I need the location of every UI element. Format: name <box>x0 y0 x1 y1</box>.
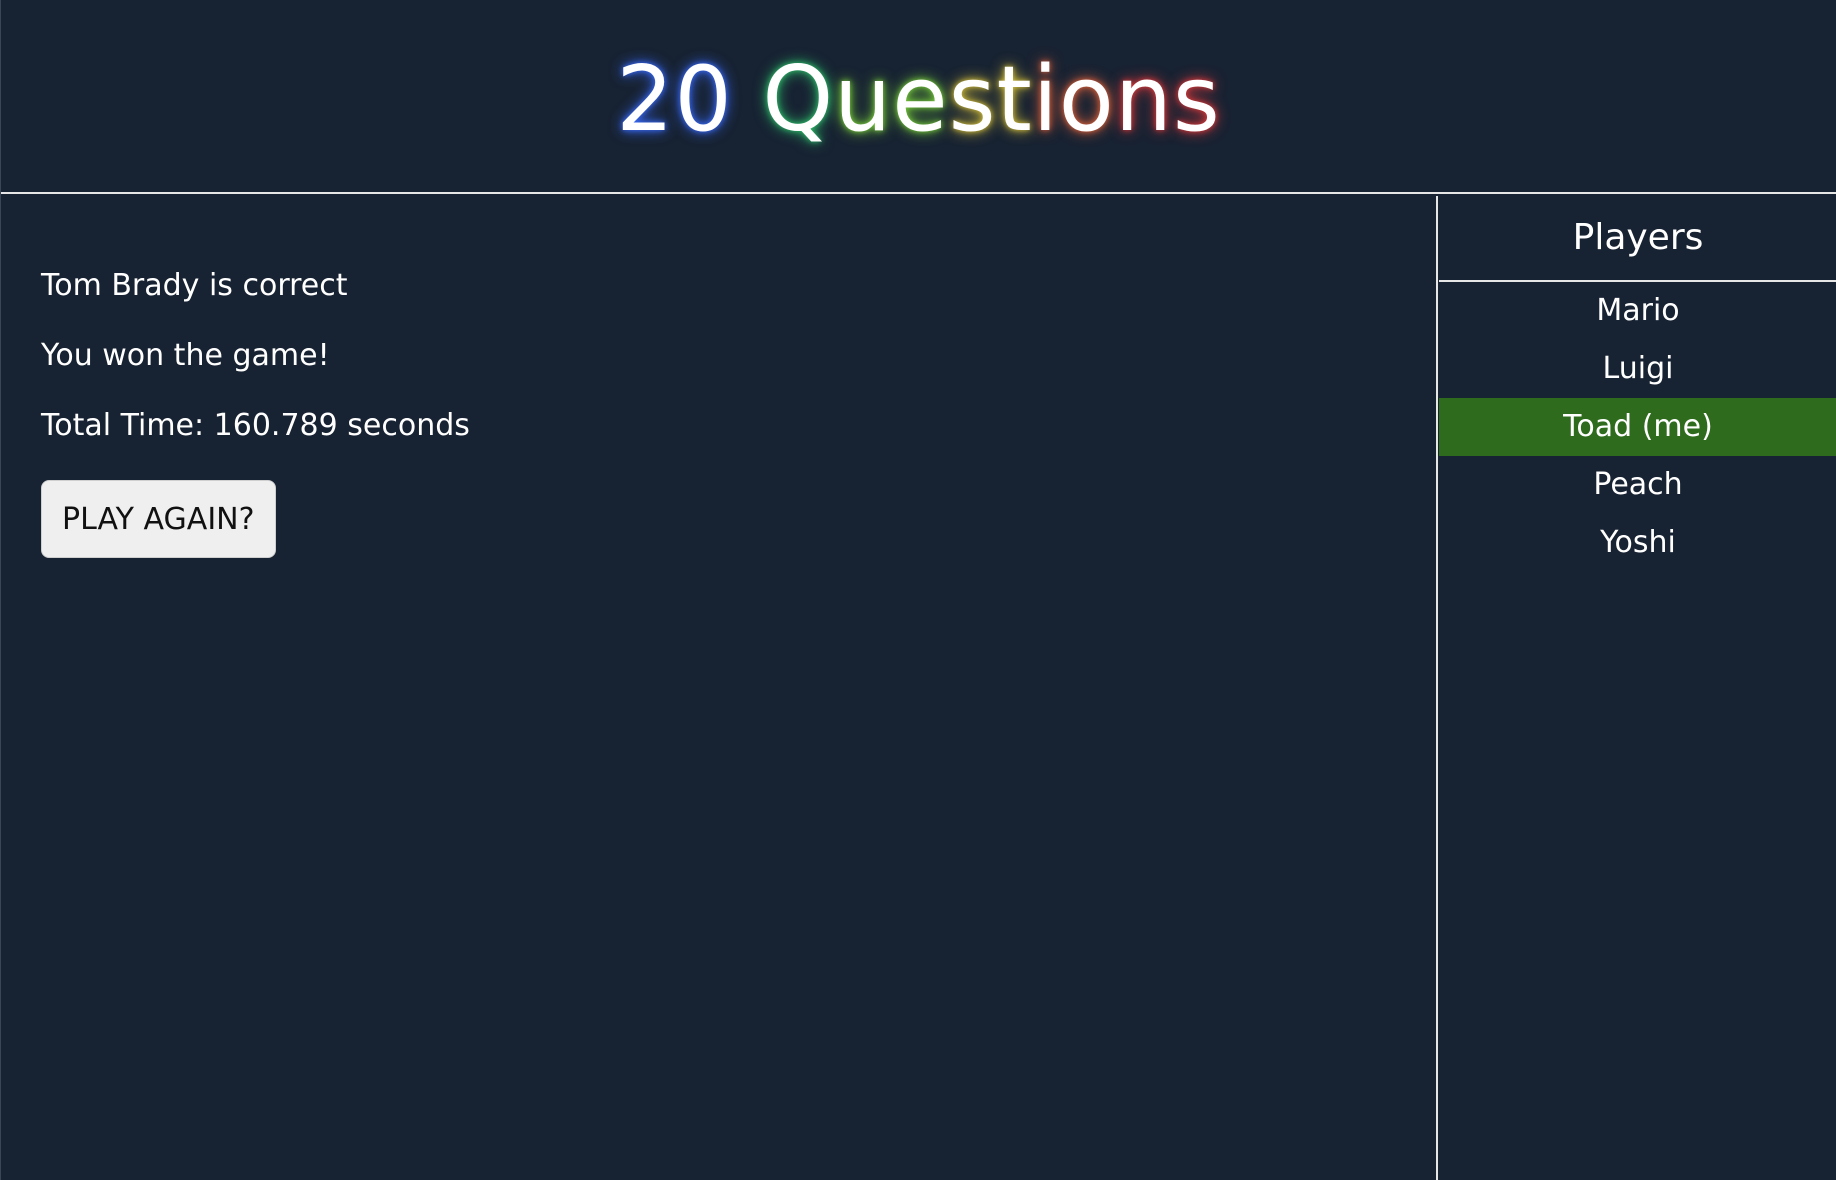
player-item: Luigi <box>1602 351 1674 386</box>
player-item: Peach <box>1593 467 1683 502</box>
players-list: Mario Luigi Toad (me) Peach Yoshi <box>1439 282 1836 572</box>
player-item: Mario <box>1596 293 1680 328</box>
player-item-current: Toad (me) <box>1439 398 1836 456</box>
title-part <box>733 47 763 152</box>
players-sidebar: Players Mario Luigi Toad (me) Peach Yosh… <box>1439 196 1836 1180</box>
page-title: 20 Questions <box>616 55 1221 145</box>
title-part: 20 <box>616 47 733 152</box>
header: 20 Questions <box>1 0 1836 194</box>
title-part: st <box>948 47 1033 152</box>
game-result-panel: Tom Brady is correct You won the game! T… <box>1 196 1438 1180</box>
players-heading: Players <box>1439 196 1836 282</box>
play-again-button[interactable]: PLAY AGAIN? <box>41 480 276 558</box>
title-part: ue <box>834 47 949 152</box>
title-part: ns <box>1114 47 1221 152</box>
player-item: Yoshi <box>1600 525 1676 560</box>
app-window: 20 Questions Tom Brady is correct You wo… <box>0 0 1836 1180</box>
answer-result-message: Tom Brady is correct <box>41 268 348 303</box>
win-message: You won the game! <box>41 338 330 373</box>
title-part: Q <box>762 47 835 152</box>
title-part: io <box>1032 47 1115 152</box>
total-time-message: Total Time: 160.789 seconds <box>41 408 470 443</box>
